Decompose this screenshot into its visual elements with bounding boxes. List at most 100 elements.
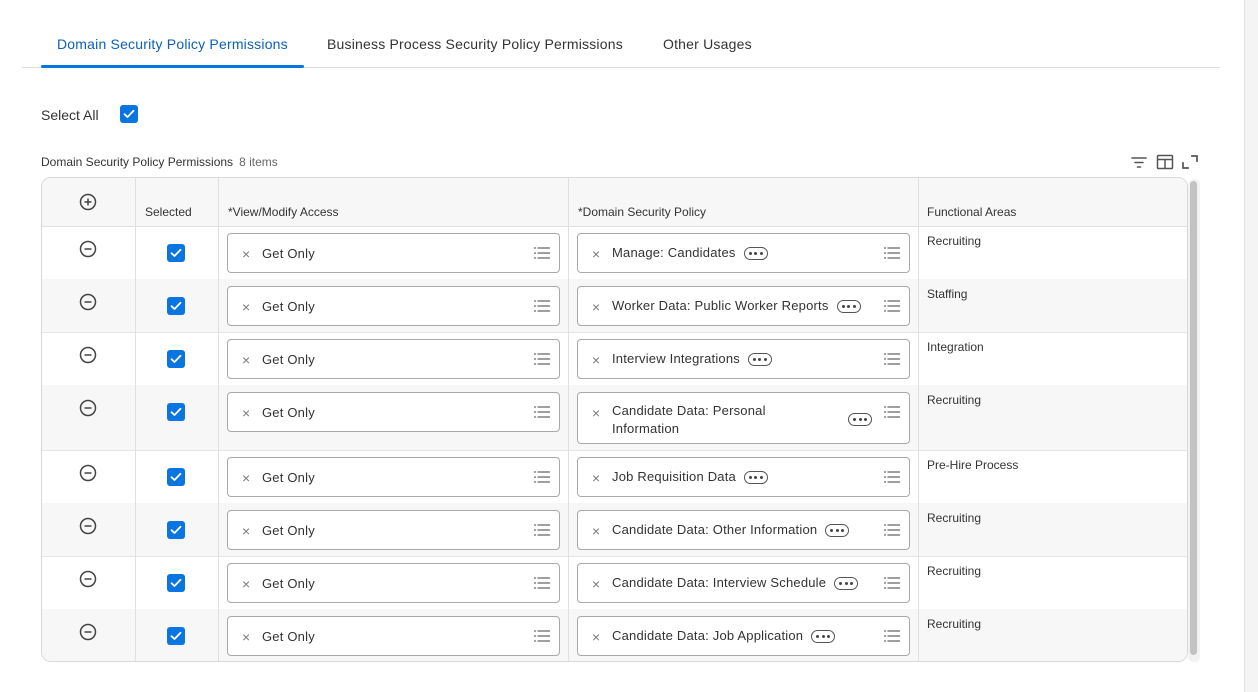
x-icon[interactable]: × — [592, 471, 600, 485]
x-icon[interactable]: × — [242, 471, 250, 485]
access-value: Get Only — [262, 629, 315, 644]
policy-prompt[interactable]: × Interview Integrations — [577, 339, 910, 379]
policy-prompt[interactable]: × Candidate Data: Other Information — [577, 510, 910, 550]
x-icon[interactable]: × — [592, 406, 600, 420]
minus-circle-icon — [79, 293, 97, 311]
x-icon[interactable]: × — [242, 300, 250, 314]
functional-area: Recruiting — [927, 511, 982, 525]
x-icon[interactable]: × — [592, 577, 600, 591]
tab-business-process-security-policy-permissions[interactable]: Business Process Security Policy Permiss… — [327, 24, 623, 67]
remove-row-button[interactable] — [79, 464, 97, 482]
list-icon[interactable] — [533, 298, 551, 314]
related-actions-icon[interactable] — [743, 471, 768, 485]
list-icon[interactable] — [883, 628, 901, 644]
expand-icon[interactable] — [1181, 153, 1199, 171]
x-icon[interactable]: × — [242, 247, 250, 261]
list-icon[interactable] — [883, 575, 901, 591]
row-selected-checkbox[interactable] — [167, 521, 185, 539]
x-icon[interactable]: × — [592, 353, 600, 367]
column-divider — [568, 178, 569, 661]
columns-icon[interactable] — [1156, 153, 1174, 171]
list-icon[interactable] — [533, 575, 551, 591]
functional-area: Recruiting — [927, 234, 982, 248]
list-icon[interactable] — [533, 628, 551, 644]
x-icon[interactable]: × — [592, 630, 600, 644]
policy-prompt[interactable]: × Candidate Data: Personal Information — [577, 392, 910, 444]
minus-circle-icon — [79, 517, 97, 535]
x-icon[interactable]: × — [592, 524, 600, 538]
list-icon[interactable] — [883, 404, 901, 420]
check-icon — [170, 631, 182, 640]
related-actions-icon[interactable] — [747, 353, 772, 367]
policy-prompt[interactable]: × Worker Data: Public Worker Reports — [577, 286, 910, 326]
add-row-button[interactable] — [79, 193, 97, 211]
row-selected-checkbox[interactable] — [167, 627, 185, 645]
policy-prompt[interactable]: × Manage: Candidates — [577, 233, 910, 273]
list-icon[interactable] — [883, 522, 901, 538]
row-selected-checkbox[interactable] — [167, 468, 185, 486]
remove-row-button[interactable] — [79, 623, 97, 641]
list-icon[interactable] — [883, 298, 901, 314]
select-all-checkbox[interactable] — [120, 105, 138, 123]
remove-row-button[interactable] — [79, 346, 97, 364]
minus-circle-icon — [79, 464, 97, 482]
row-selected-checkbox[interactable] — [167, 350, 185, 368]
tab-bar: Domain Security Policy Permissions Busin… — [22, 24, 1220, 68]
policy-prompt[interactable]: × Candidate Data: Job Application — [577, 616, 910, 656]
table-row: × Get Only × Candidate Data: Job Applica… — [42, 609, 1187, 661]
remove-row-button[interactable] — [79, 399, 97, 417]
policy-value: Candidate Data: Personal Information — [612, 403, 766, 436]
policy-prompt[interactable]: × Candidate Data: Interview Schedule — [577, 563, 910, 603]
access-prompt[interactable]: × Get Only — [227, 510, 560, 550]
list-icon[interactable] — [883, 469, 901, 485]
list-icon[interactable] — [533, 469, 551, 485]
functional-area: Staffing — [927, 287, 968, 301]
row-selected-checkbox[interactable] — [167, 244, 185, 262]
remove-row-button[interactable] — [79, 293, 97, 311]
access-prompt[interactable]: × Get Only — [227, 457, 560, 497]
x-icon[interactable]: × — [242, 630, 250, 644]
filter-icon[interactable] — [1130, 153, 1148, 171]
check-icon — [170, 248, 182, 257]
x-icon[interactable]: × — [592, 300, 600, 314]
row-selected-checkbox[interactable] — [167, 403, 185, 421]
table-row: × Get Only × Candidate Data: Personal Inf… — [42, 385, 1187, 451]
x-icon[interactable]: × — [242, 406, 250, 420]
related-actions-icon[interactable] — [834, 577, 859, 591]
permissions-grid: Selected *View/Modify Access *Domain Sec… — [41, 177, 1188, 662]
list-icon[interactable] — [533, 404, 551, 420]
access-prompt[interactable]: × Get Only — [227, 563, 560, 603]
related-actions-icon[interactable] — [836, 300, 861, 314]
access-prompt[interactable]: × Get Only — [227, 392, 560, 432]
row-selected-checkbox[interactable] — [167, 574, 185, 592]
remove-row-button[interactable] — [79, 570, 97, 588]
x-icon[interactable]: × — [242, 353, 250, 367]
minus-circle-icon — [79, 623, 97, 641]
remove-row-button[interactable] — [79, 517, 97, 535]
functional-area: Recruiting — [927, 617, 982, 631]
remove-row-button[interactable] — [79, 240, 97, 258]
grid-scrollbar-thumb[interactable] — [1190, 181, 1197, 655]
list-icon[interactable] — [883, 351, 901, 367]
x-icon[interactable]: × — [592, 247, 600, 261]
list-icon[interactable] — [533, 351, 551, 367]
x-icon[interactable]: × — [242, 577, 250, 591]
list-icon[interactable] — [533, 522, 551, 538]
access-prompt[interactable]: × Get Only — [227, 339, 560, 379]
related-actions-icon[interactable] — [743, 247, 768, 261]
list-icon[interactable] — [883, 245, 901, 261]
access-prompt[interactable]: × Get Only — [227, 616, 560, 656]
tab-other-usages[interactable]: Other Usages — [663, 24, 752, 67]
access-prompt[interactable]: × Get Only — [227, 286, 560, 326]
related-actions-icon[interactable] — [825, 524, 850, 538]
policy-prompt[interactable]: × Job Requisition Data — [577, 457, 910, 497]
row-selected-checkbox[interactable] — [167, 297, 185, 315]
list-icon[interactable] — [533, 245, 551, 261]
column-divider — [135, 178, 136, 661]
related-actions-icon[interactable] — [848, 413, 872, 427]
x-icon[interactable]: × — [242, 524, 250, 538]
related-actions-icon[interactable] — [811, 630, 836, 644]
access-prompt[interactable]: × Get Only — [227, 233, 560, 273]
tab-domain-security-policy-permissions[interactable]: Domain Security Policy Permissions — [41, 24, 304, 68]
check-icon — [170, 301, 182, 310]
